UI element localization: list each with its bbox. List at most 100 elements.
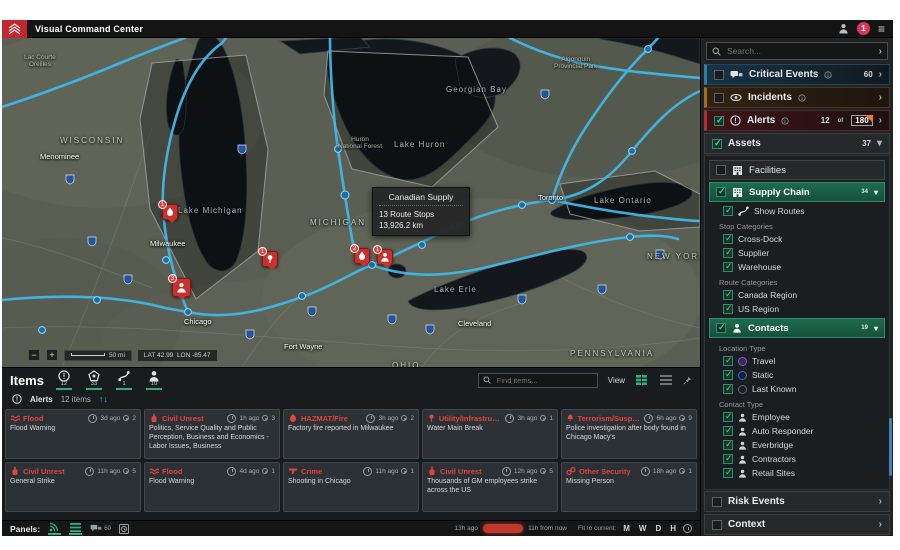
view-list-button[interactable]: [659, 374, 673, 386]
sort-icon[interactable]: ↑↓: [99, 394, 108, 404]
tab-alerts[interactable]: 12: [54, 370, 74, 391]
context-checkbox[interactable]: [712, 520, 722, 530]
alert-card[interactable]: Utility/Infrastructure 3h ago1 Water Mai…: [422, 409, 558, 459]
contact-type-row[interactable]: Everbridge: [707, 438, 887, 452]
contacts-checkbox[interactable]: [716, 323, 726, 333]
show-routes-row[interactable]: Show Routes: [707, 204, 887, 218]
timeline-scrubber[interactable]: [483, 524, 523, 533]
last-known-checkbox[interactable]: [723, 384, 733, 394]
retail-sites-checkbox[interactable]: [723, 468, 733, 478]
stop-category-row[interactable]: Warehouse: [707, 260, 887, 274]
section-context[interactable]: Context ›: [704, 514, 890, 535]
location-type-row[interactable]: Static: [707, 368, 887, 382]
section-risk-events[interactable]: Risk Events ›: [704, 491, 890, 512]
user-icon[interactable]: [838, 23, 849, 34]
everbridge-checkbox[interactable]: [723, 440, 733, 450]
travel-checkbox[interactable]: [723, 356, 733, 366]
zoom-in-button[interactable]: +: [46, 349, 58, 361]
supply-chain-checkbox[interactable]: [716, 187, 726, 197]
stop-category-row[interactable]: Supplier: [707, 246, 887, 260]
search-input[interactable]: [725, 45, 875, 57]
chevron-right-icon[interactable]: ›: [879, 519, 882, 530]
fit-week-button[interactable]: W: [637, 524, 649, 533]
alert-card[interactable]: Crime 11h ago1 Shooting in Chicago: [283, 462, 419, 512]
cross-dock-checkbox[interactable]: [723, 234, 733, 244]
section-alerts[interactable]: Alerts i 12 of 180 ›: [704, 110, 890, 131]
clock-icon[interactable]: [683, 524, 692, 533]
contact-type-row[interactable]: Contractors: [707, 452, 887, 466]
supply-chain-header[interactable]: Supply Chain 34 ▾: [709, 182, 885, 202]
route-category-row[interactable]: Canada Region: [707, 288, 887, 302]
warehouse-checkbox[interactable]: [723, 262, 733, 272]
location-type-row[interactable]: Last Known: [707, 382, 887, 396]
employee-checkbox[interactable]: [723, 412, 733, 422]
find-items-search[interactable]: [478, 373, 598, 388]
comments-panel-button[interactable]: 60: [90, 524, 111, 533]
fit-hour-button[interactable]: H: [668, 524, 678, 533]
alert-card[interactable]: Flood 3d ago2 Flood Warning: [5, 409, 141, 459]
contact-type-row[interactable]: Auto Responder: [707, 424, 887, 438]
route-category-row[interactable]: US Region: [707, 302, 887, 316]
tab-events[interactable]: 33: [84, 370, 104, 391]
chevron-right-icon[interactable]: ›: [879, 69, 882, 80]
pin-icon[interactable]: [683, 376, 692, 385]
supplier-checkbox[interactable]: [723, 248, 733, 258]
alert-card[interactable]: Terrorism/Suspiciou... 6h ago9 Police in…: [561, 409, 697, 459]
section-critical-events[interactable]: Critical Events i 60 ›: [704, 64, 890, 85]
us-region-checkbox[interactable]: [723, 304, 733, 314]
section-assets[interactable]: Assets 37 ▾: [704, 133, 890, 154]
facilities-checkbox[interactable]: [716, 165, 726, 175]
stop-category-row[interactable]: Cross-Dock: [707, 232, 887, 246]
tab-contacts[interactable]: 10: [144, 370, 164, 391]
show-routes-checkbox[interactable]: [723, 206, 733, 216]
alert-card[interactable]: Civil Unrest 12h ago5 Thousands of GM em…: [422, 462, 558, 512]
contacts-header[interactable]: Contacts 19 ▾: [709, 318, 885, 338]
alert-card[interactable]: Civil Unrest 1h ago3 Politics, Service Q…: [144, 409, 280, 459]
view-grid-button[interactable]: [635, 374, 649, 386]
map-canvas[interactable]: WISCONSIN MICHIGAN NEW YORK PENNSYLVANIA…: [2, 38, 700, 367]
chevron-right-icon[interactable]: ›: [879, 46, 882, 57]
history-panel-button[interactable]: [119, 524, 129, 534]
sidebar-search[interactable]: ›: [706, 42, 888, 60]
canada-region-checkbox[interactable]: [723, 290, 733, 300]
facilities-row[interactable]: Facilities: [709, 160, 885, 180]
incidents-checkbox[interactable]: [714, 93, 724, 103]
alert-marker-person[interactable]: 1: [377, 249, 393, 265]
chevron-down-icon[interactable]: ▾: [874, 324, 878, 333]
assets-checkbox[interactable]: [712, 139, 722, 149]
critical-events-checkbox[interactable]: [714, 70, 724, 80]
contact-type-row[interactable]: Employee: [707, 410, 887, 424]
alert-card[interactable]: HAZMAT/Fire 3h ago2 Factory fire reporte…: [283, 409, 419, 459]
static-checkbox[interactable]: [723, 370, 733, 380]
alert-card[interactable]: Civil Unrest 11h ago5 General Strike: [5, 462, 141, 512]
contact-type-row[interactable]: Retail Sites: [707, 466, 887, 480]
alert-card[interactable]: Flood 4d ago1 Flood Warning: [144, 462, 280, 512]
find-items-input[interactable]: [495, 375, 593, 386]
tab-routes[interactable]: 1: [114, 370, 134, 391]
chevron-right-icon[interactable]: ›: [879, 115, 882, 126]
alert-marker-person[interactable]: 3: [172, 278, 191, 297]
notification-badge[interactable]: 1: [857, 22, 870, 35]
alert-marker-fire[interactable]: 2: [354, 248, 370, 264]
fit-day-button[interactable]: D: [653, 524, 663, 533]
contractors-checkbox[interactable]: [723, 454, 733, 464]
feed-panel-button[interactable]: [48, 523, 61, 535]
location-type-row[interactable]: Travel: [707, 354, 887, 368]
section-incidents[interactable]: Incidents i ›: [704, 87, 890, 108]
chevron-down-icon[interactable]: ▾: [874, 188, 878, 197]
chevron-down-icon[interactable]: ▾: [877, 138, 882, 149]
risk-events-checkbox[interactable]: [712, 497, 722, 507]
alert-marker-fire[interactable]: 1: [162, 204, 178, 220]
alert-card[interactable]: Other Security 18h ago1 Missing Person: [561, 462, 697, 512]
menu-icon[interactable]: ≡: [878, 23, 885, 35]
everbridge-logo-icon[interactable]: [2, 20, 27, 38]
zoom-out-button[interactable]: −: [28, 349, 40, 361]
fit-month-button[interactable]: M: [621, 524, 632, 533]
alert-marker-utility[interactable]: 1: [262, 251, 278, 267]
list-panel-button[interactable]: [69, 523, 82, 535]
chevron-right-icon[interactable]: ›: [879, 496, 882, 507]
sidebar-scrollbar[interactable]: [889, 418, 892, 476]
alerts-checkbox[interactable]: [714, 116, 724, 126]
chevron-right-icon[interactable]: ›: [879, 92, 882, 103]
auto-responder-checkbox[interactable]: [723, 426, 733, 436]
